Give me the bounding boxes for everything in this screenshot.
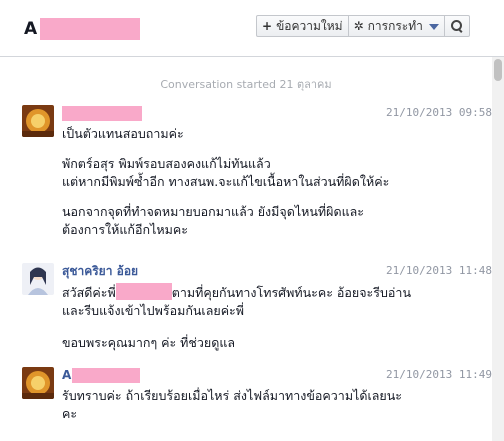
message-paragraph: เป็นตัวแทนสอบถามค่ะ — [62, 126, 184, 141]
redacted-name — [115, 283, 172, 300]
message-body: รับทราบค่ะ ถ้าเรียบร้อยเมื่อไหร่ ส่งไฟล์… — [62, 387, 492, 435]
redacted-name — [72, 367, 141, 383]
search-button[interactable] — [444, 15, 470, 37]
scrollbar-thumb[interactable] — [494, 59, 502, 81]
message-paragraph: นอกจากจุดที่ทำจดหมายบอกมาแล้ว ยังมีจุดไห… — [62, 204, 365, 237]
new-message-button[interactable]: + ข้อความใหม่ — [256, 15, 349, 37]
message-item: 21/10/2013 09:58 เป็นตัวแทนสอบถามค่ะ พัก… — [22, 105, 492, 237]
message-body: เป็นตัวแทนสอบถามค่ะ พักตร์อสุร พิมพ์รอบส… — [62, 125, 492, 251]
thread-scrollbar[interactable] — [492, 57, 504, 441]
message-paragraph: รับทราบค่ะ ถ้าเรียบร้อยเมื่อไหร่ ส่งไฟล์… — [62, 388, 402, 421]
message-body: สวัสดีค่ะพี่ ตามที่คุยกันทางโทรศัพท์นะคะ … — [62, 283, 492, 364]
actions-button[interactable]: ✲ การกระทำ — [348, 15, 445, 37]
message-timestamp: 21/10/2013 11:48 — [386, 264, 492, 277]
redacted-name — [62, 105, 142, 121]
avatar[interactable] — [22, 367, 54, 399]
search-icon — [450, 19, 464, 33]
message-item: สุชาคริยา อ้อย 21/10/2013 11:48 สวัสดีค่… — [22, 263, 492, 353]
avatar[interactable] — [22, 263, 54, 295]
message-timestamp: 21/10/2013 09:58 — [386, 106, 492, 119]
message-paragraph: ขอบพระคุณมากๆ ค่ะ ที่ช่วยดูแล — [62, 335, 236, 350]
actions-label: การกระทำ — [367, 18, 423, 33]
conversation-header: A + ข้อความใหม่ ✲ การกระทำ — [0, 0, 504, 57]
sender-name[interactable] — [62, 105, 142, 121]
message-paragraph: พักตร์อสุร พิมพ์รอบสองคงแก้ไม่ทันแล้ว แต… — [62, 156, 390, 189]
title-initial: A — [24, 19, 38, 39]
plus-icon: + — [262, 19, 273, 33]
toolbar: + ข้อความใหม่ ✲ การกระทำ — [256, 15, 470, 37]
new-message-label: ข้อความใหม่ — [276, 18, 343, 33]
sender-name[interactable]: สุชาคริยา อ้อย — [62, 263, 138, 279]
message-timestamp: 21/10/2013 11:49 — [386, 368, 492, 381]
avatar[interactable] — [22, 105, 54, 137]
sender-name[interactable]: A — [62, 367, 141, 383]
message-thread: Conversation started 21 ตุลาคม 21/10/201… — [0, 57, 492, 441]
message-item: A 21/10/2013 11:49 รับทราบค่ะ ถ้าเรียบร้… — [22, 367, 492, 437]
message-paragraph: สวัสดีค่ะพี่ ตามที่คุยกันทางโทรศัพท์นะคะ … — [62, 283, 411, 318]
redacted-name — [40, 18, 141, 40]
conversation-started: Conversation started 21 ตุลาคม — [160, 78, 332, 91]
conversation-title: A — [24, 18, 141, 40]
gear-icon: ✲ — [353, 19, 364, 33]
chevron-down-icon — [428, 24, 439, 30]
